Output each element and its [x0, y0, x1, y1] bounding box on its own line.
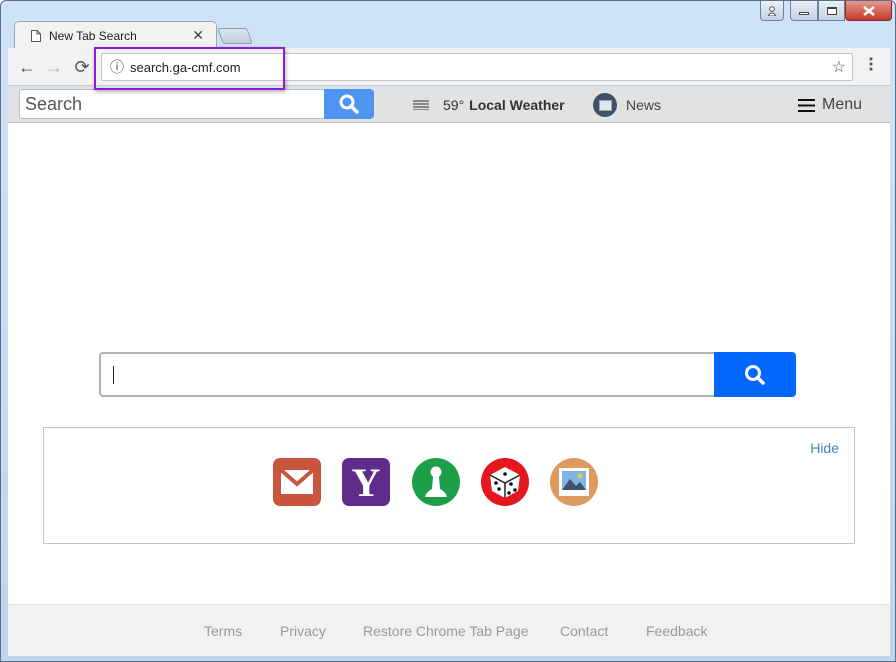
back-button[interactable]: ← — [16, 56, 38, 78]
page-content: 59° Local Weather News Menu Hide — [8, 87, 890, 656]
footer-link-terms[interactable]: Terms — [204, 623, 242, 639]
footer-link-restore-chrome-tab-page[interactable]: Restore Chrome Tab Page — [363, 623, 529, 639]
forward-arrow-icon: → — [45, 56, 63, 77]
user-profile-button[interactable] — [760, 1, 784, 21]
tab-new-tab-search[interactable]: New Tab Search ✕ — [14, 21, 217, 49]
search-icon — [339, 94, 359, 114]
shortcut-mail[interactable] — [273, 458, 321, 506]
reload-icon: ⟳ — [74, 56, 90, 77]
mail-icon — [280, 469, 314, 494]
dice-icon — [489, 467, 521, 498]
tab-title: New Tab Search — [49, 28, 137, 43]
yahoo-icon: Y — [351, 459, 381, 505]
maximize-icon — [826, 6, 837, 15]
footer: Terms Privacy Restore Chrome Tab Page Co… — [8, 604, 890, 656]
footer-link-contact[interactable]: Contact — [560, 623, 608, 639]
shortcut-photos[interactable] — [550, 458, 598, 506]
info-icon[interactable]: ⓘ — [110, 57, 124, 77]
menu-label: Menu — [822, 96, 863, 113]
reload-button[interactable]: ⟳ — [71, 56, 93, 78]
kebab-menu-icon — [869, 57, 873, 71]
weather-temperature: 59° — [443, 97, 465, 113]
chess-pawn-icon — [425, 466, 447, 497]
footer-link-feedback[interactable]: Feedback — [646, 623, 707, 639]
shortcuts-panel: Hide Y — [43, 427, 855, 544]
address-bar[interactable]: ⓘ search.ga-cmf.com ☆ — [101, 53, 853, 81]
hide-shortcuts-link[interactable]: Hide — [810, 440, 839, 456]
maximize-button[interactable] — [818, 1, 845, 21]
shortcut-yahoo[interactable]: Y — [342, 458, 390, 506]
weather-label: Local Weather — [469, 97, 565, 113]
main-search-button[interactable] — [714, 352, 796, 397]
minimize-button[interactable] — [790, 1, 818, 21]
close-icon — [862, 5, 875, 16]
fog-weather-icon — [413, 100, 429, 110]
shortcut-dice[interactable] — [481, 458, 529, 506]
close-window-button[interactable] — [845, 1, 892, 21]
browser-window: New Tab Search ✕ ← → ⟳ ⓘ search.ga-cmf.c… — [0, 0, 896, 662]
chrome-menu-button[interactable] — [868, 57, 874, 71]
top-search-button[interactable] — [324, 89, 374, 119]
newspaper-icon — [593, 93, 617, 117]
news-label: News — [626, 97, 662, 113]
bookmark-star-icon[interactable]: ☆ — [832, 57, 846, 77]
news-link[interactable]: News — [593, 87, 661, 123]
new-tab-button[interactable] — [217, 28, 253, 44]
url-text[interactable]: search.ga-cmf.com — [130, 60, 241, 75]
top-search-input[interactable] — [19, 89, 324, 119]
photo-icon — [559, 468, 589, 496]
page-icon — [31, 29, 41, 42]
shortcut-games[interactable] — [412, 458, 460, 506]
top-bar: 59° Local Weather News Menu — [8, 87, 890, 123]
search-icon — [745, 364, 765, 385]
footer-link-privacy[interactable]: Privacy — [280, 623, 326, 639]
main-search-input[interactable] — [99, 352, 715, 397]
tab-close-icon[interactable]: ✕ — [192, 27, 204, 44]
text-cursor — [113, 366, 114, 384]
minimize-icon — [799, 12, 809, 15]
hamburger-icon — [798, 98, 815, 112]
user-icon — [767, 5, 777, 16]
weather-widget[interactable]: 59° Local Weather — [413, 87, 565, 123]
forward-button[interactable]: → — [43, 56, 65, 78]
back-arrow-icon: ← — [18, 56, 36, 77]
menu-button[interactable]: Menu — [798, 87, 862, 123]
browser-toolbar: ← → ⟳ ⓘ search.ga-cmf.com ☆ — [8, 48, 890, 86]
